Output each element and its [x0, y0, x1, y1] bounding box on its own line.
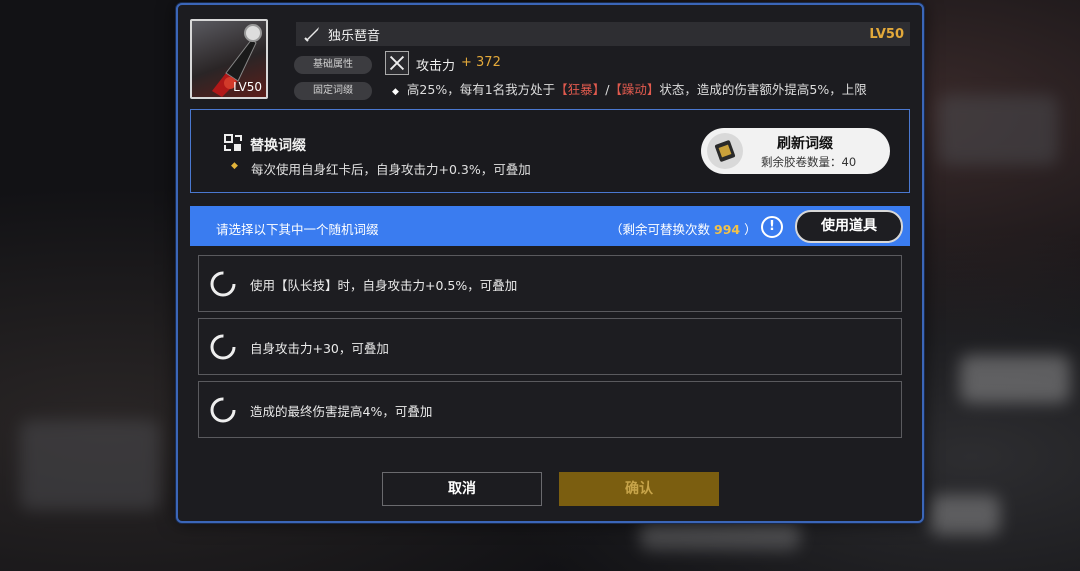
weapon-name-bar: 独乐琶音 LV50 [296, 22, 910, 46]
replace-affix-box: 替换词缀 ◆ 每次使用自身红卡后，自身攻击力+0.3%，可叠加 刷新词缀 剩余胶… [190, 109, 910, 193]
affix-option[interactable]: 使用【队长技】时，自身攻击力+0.5%，可叠加 [198, 255, 902, 312]
confirm-button[interactable]: 确认 [559, 472, 719, 506]
affix-option-text: 使用【队长技】时，自身攻击力+0.5%，可叠加 [250, 278, 518, 293]
swap-icon [224, 134, 242, 151]
bg-blur-block [960, 355, 1070, 403]
affix-option[interactable]: 造成的最终伤害提高4%，可叠加 [198, 381, 902, 438]
thumb-level: LV50 [233, 80, 262, 94]
loading-ring-icon [210, 334, 236, 360]
weapon-name: 独乐琶音 [328, 28, 381, 44]
select-affix-bar: 请选择以下其中一个随机词缀 （剩余可替换次数 994 ） ! 使用道具 [190, 206, 910, 246]
fixed-affix-pre: 高25%，每有1名我方处于 [406, 82, 556, 97]
film-roll-icon [707, 133, 743, 169]
bg-blur-block [938, 95, 1058, 165]
film-count: 剩余胶卷数量：40 [761, 155, 857, 169]
loading-ring-icon [210, 397, 236, 423]
affix-option-text: 造成的最终伤害提高4%，可叠加 [250, 404, 433, 419]
diamond-bullet-icon: ◆ [392, 87, 399, 97]
refresh-affix-button[interactable]: 刷新词缀 剩余胶卷数量：40 [701, 128, 890, 174]
info-icon[interactable]: ! [761, 216, 783, 238]
affix-option[interactable]: 自身攻击力+30，可叠加 [198, 318, 902, 375]
fixed-affix-tag: 固定词缀 [294, 82, 372, 100]
star-badge-icon [244, 24, 262, 42]
buff-agitated: 【躁动】 [609, 82, 660, 97]
loading-ring-icon [210, 271, 236, 297]
bg-blur-block [20, 420, 160, 510]
attack-icon [385, 51, 409, 75]
diamond-bullet-icon: ◆ [231, 161, 238, 171]
weapon-level: LV50 [869, 26, 904, 42]
affix-option-text: 自身攻击力+30，可叠加 [250, 341, 389, 356]
fixed-affix-text: ◆ 高25%，每有1名我方处于【狂暴】/【躁动】状态，造成的伤害额外提高5%，上限 [392, 80, 904, 100]
remain-count: 994 [714, 222, 741, 237]
attack-value: + 372 [461, 55, 501, 70]
weapon-thumbnail: LV50 [190, 19, 268, 99]
remain-post: ） [744, 222, 757, 237]
sword-icon [304, 27, 319, 42]
bg-blur-block [930, 495, 1000, 535]
bg-blur-block [640, 520, 800, 550]
refresh-label: 刷新词缀 [777, 136, 833, 152]
replace-title: 替换词缀 [250, 138, 306, 154]
use-item-button[interactable]: 使用道具 [795, 210, 903, 243]
select-hint: 请选择以下其中一个随机词缀 [216, 222, 379, 237]
buff-berserk: 【狂暴】 [555, 82, 606, 97]
base-attr-tag: 基础属性 [294, 56, 372, 74]
remaining-replacements: （剩余可替换次数 994 ） [610, 219, 757, 238]
attack-label: 攻击力 [416, 59, 456, 74]
affix-replace-dialog: LV50 独乐琶音 LV50 基础属性 攻击力 + 372 固定词缀 ◆ 高25%… [176, 3, 924, 523]
replace-description: 每次使用自身红卡后，自身攻击力+0.3%，可叠加 [251, 162, 531, 177]
cancel-button[interactable]: 取消 [382, 472, 542, 506]
remain-pre: （剩余可替换次数 [610, 222, 711, 237]
fixed-affix-post: 状态，造成的伤害额外提高5%，上限 [659, 82, 867, 97]
